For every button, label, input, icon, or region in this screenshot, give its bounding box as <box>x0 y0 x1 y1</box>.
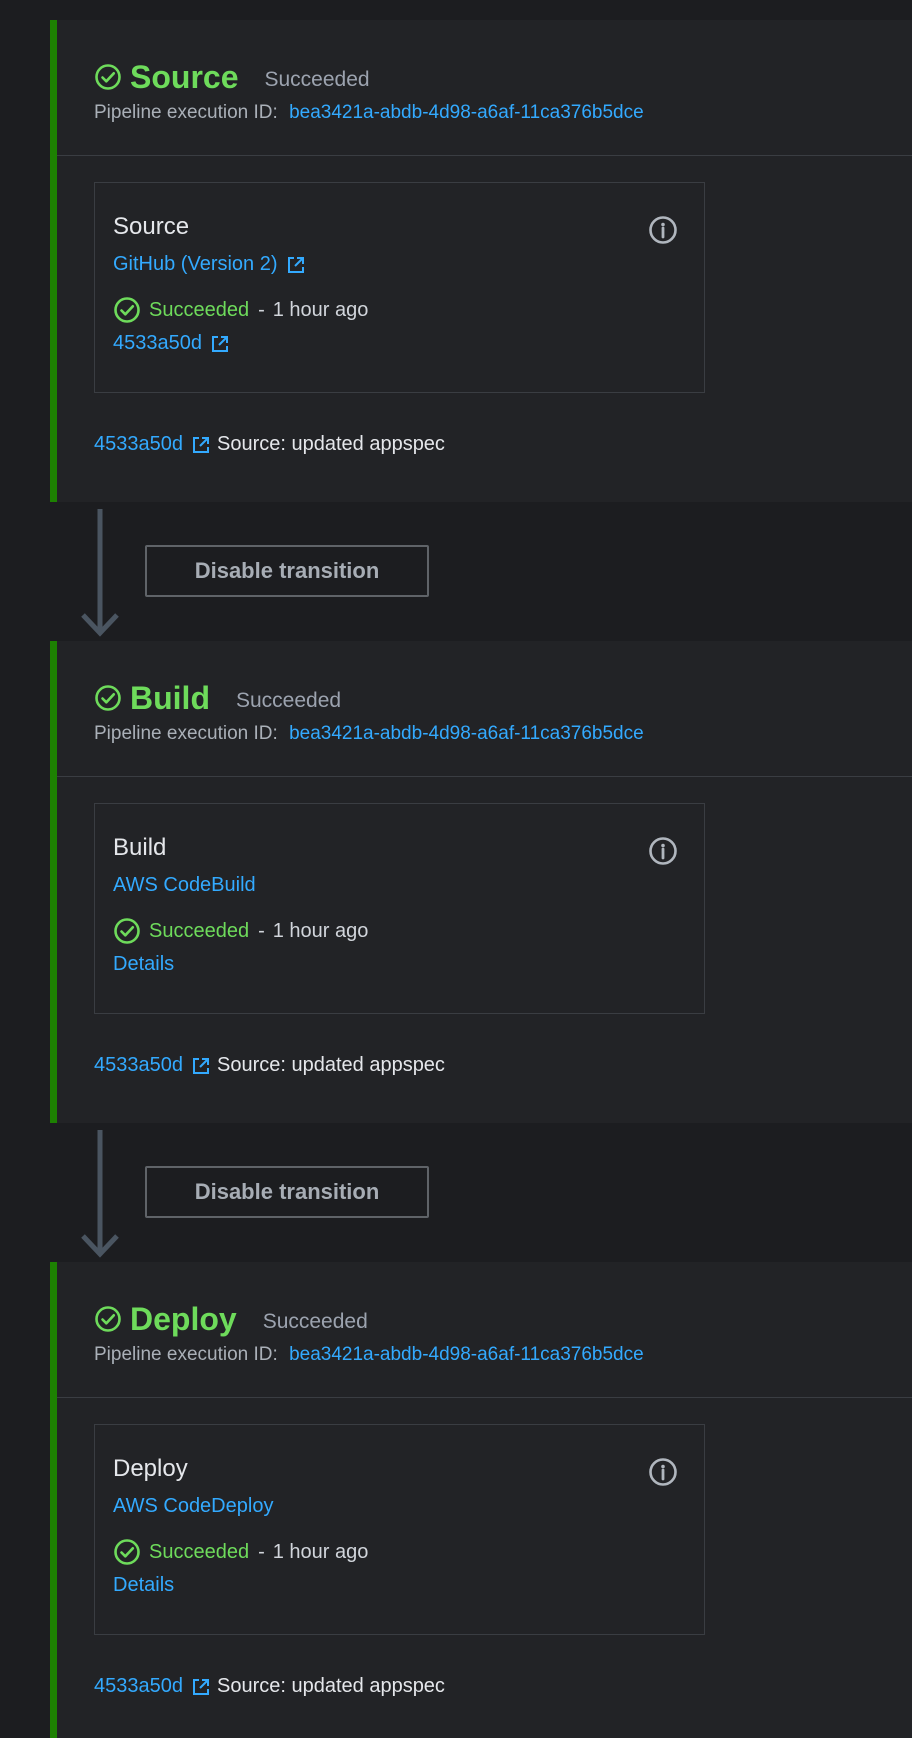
action-status: Succeeded <box>149 919 250 942</box>
external-link-icon[interactable] <box>191 1056 211 1076</box>
stage-header: Build Succeeded Pipeline execution ID: b… <box>57 641 912 777</box>
separator: - <box>258 919 265 942</box>
stage-title: Deploy <box>130 1300 237 1337</box>
action-detail-link[interactable]: 4533a50d <box>113 332 704 355</box>
success-check-icon <box>114 918 140 944</box>
stage-status: Succeeded <box>262 1310 368 1333</box>
down-arrow-icon <box>81 509 119 637</box>
action-time: 1 hour ago <box>272 298 369 321</box>
stage-title: Build <box>130 679 210 716</box>
action-status: Succeeded <box>149 1540 250 1563</box>
action-provider-link[interactable]: AWS CodeBuild <box>113 874 704 897</box>
commit-message: Source: updated appspec <box>216 433 445 455</box>
transition: Disable transition <box>50 1128 912 1263</box>
stage-title: Source <box>130 58 239 95</box>
transition: Disable transition <box>50 507 912 642</box>
action-time: 1 hour ago <box>272 1540 369 1563</box>
commit-message: Source: updated appspec <box>216 1675 445 1697</box>
commit-message: Source: updated appspec <box>216 1054 445 1076</box>
detail-label[interactable]: Details <box>113 1574 174 1597</box>
external-link-icon[interactable] <box>191 1677 211 1697</box>
external-link-icon[interactable] <box>210 334 230 354</box>
action-provider-link[interactable]: GitHub (Version 2) <box>113 253 704 276</box>
stage-header: Deploy Succeeded Pipeline execution ID: … <box>57 1262 912 1398</box>
success-check-icon <box>95 1306 121 1332</box>
detail-label[interactable]: Details <box>113 953 174 976</box>
commit-id-link[interactable]: 4533a50d <box>94 1054 183 1077</box>
action-provider-link[interactable]: AWS CodeDeploy <box>113 1495 704 1518</box>
execution-id-link[interactable]: bea3421a-abdb-4d98-a6af-11ca376b5dce <box>289 1344 644 1365</box>
external-link-icon[interactable] <box>286 255 306 275</box>
provider-label[interactable]: GitHub (Version 2) <box>113 253 278 276</box>
disable-transition-button[interactable]: Disable transition <box>145 1166 429 1218</box>
success-check-icon <box>114 1539 140 1565</box>
action-detail-link[interactable]: Details <box>113 953 704 976</box>
detail-label[interactable]: 4533a50d <box>113 332 202 355</box>
stage-source: Source Succeeded Pipeline execution ID: … <box>50 20 912 502</box>
execution-id-link[interactable]: bea3421a-abdb-4d98-a6af-11ca376b5dce <box>289 102 644 123</box>
action-name: Deploy <box>113 1455 188 1482</box>
stage-deploy: Deploy Succeeded Pipeline execution ID: … <box>50 1262 912 1738</box>
info-icon[interactable] <box>648 1457 678 1487</box>
action-card: Build AWS CodeBuild Succeeded - 1 hour a… <box>94 803 705 1014</box>
stage-status: Succeeded <box>264 68 370 91</box>
success-check-icon <box>95 685 121 711</box>
stage-build: Build Succeeded Pipeline execution ID: b… <box>50 641 912 1123</box>
action-name: Build <box>113 834 167 861</box>
execution-id-label: Pipeline execution ID: <box>94 102 278 123</box>
provider-label[interactable]: AWS CodeBuild <box>113 874 256 897</box>
info-icon[interactable] <box>648 215 678 245</box>
info-icon[interactable] <box>648 836 678 866</box>
external-link-icon[interactable] <box>191 435 211 455</box>
action-name: Source <box>113 213 190 240</box>
stage-status: Succeeded <box>235 689 342 712</box>
action-card: Deploy AWS CodeDeploy Succeeded - 1 hour… <box>94 1424 705 1635</box>
execution-id-label: Pipeline execution ID: <box>94 723 278 744</box>
commit-id-link[interactable]: 4533a50d <box>94 433 183 456</box>
separator: - <box>258 1540 265 1563</box>
disable-transition-button[interactable]: Disable transition <box>145 545 429 597</box>
action-time: 1 hour ago <box>272 919 369 942</box>
separator: - <box>258 298 265 321</box>
execution-id-link[interactable]: bea3421a-abdb-4d98-a6af-11ca376b5dce <box>289 723 644 744</box>
down-arrow-icon <box>81 1130 119 1258</box>
commit-id-link[interactable]: 4533a50d <box>94 1675 183 1698</box>
execution-id-label: Pipeline execution ID: <box>94 1344 278 1365</box>
provider-label[interactable]: AWS CodeDeploy <box>113 1495 273 1518</box>
success-check-icon <box>95 64 121 90</box>
action-card: Source GitHub (Version 2) Succeeded - 1 … <box>94 182 705 393</box>
stage-header: Source Succeeded Pipeline execution ID: … <box>57 20 912 156</box>
action-status: Succeeded <box>149 298 250 321</box>
success-check-icon <box>114 297 140 323</box>
action-detail-link[interactable]: Details <box>113 1574 704 1597</box>
